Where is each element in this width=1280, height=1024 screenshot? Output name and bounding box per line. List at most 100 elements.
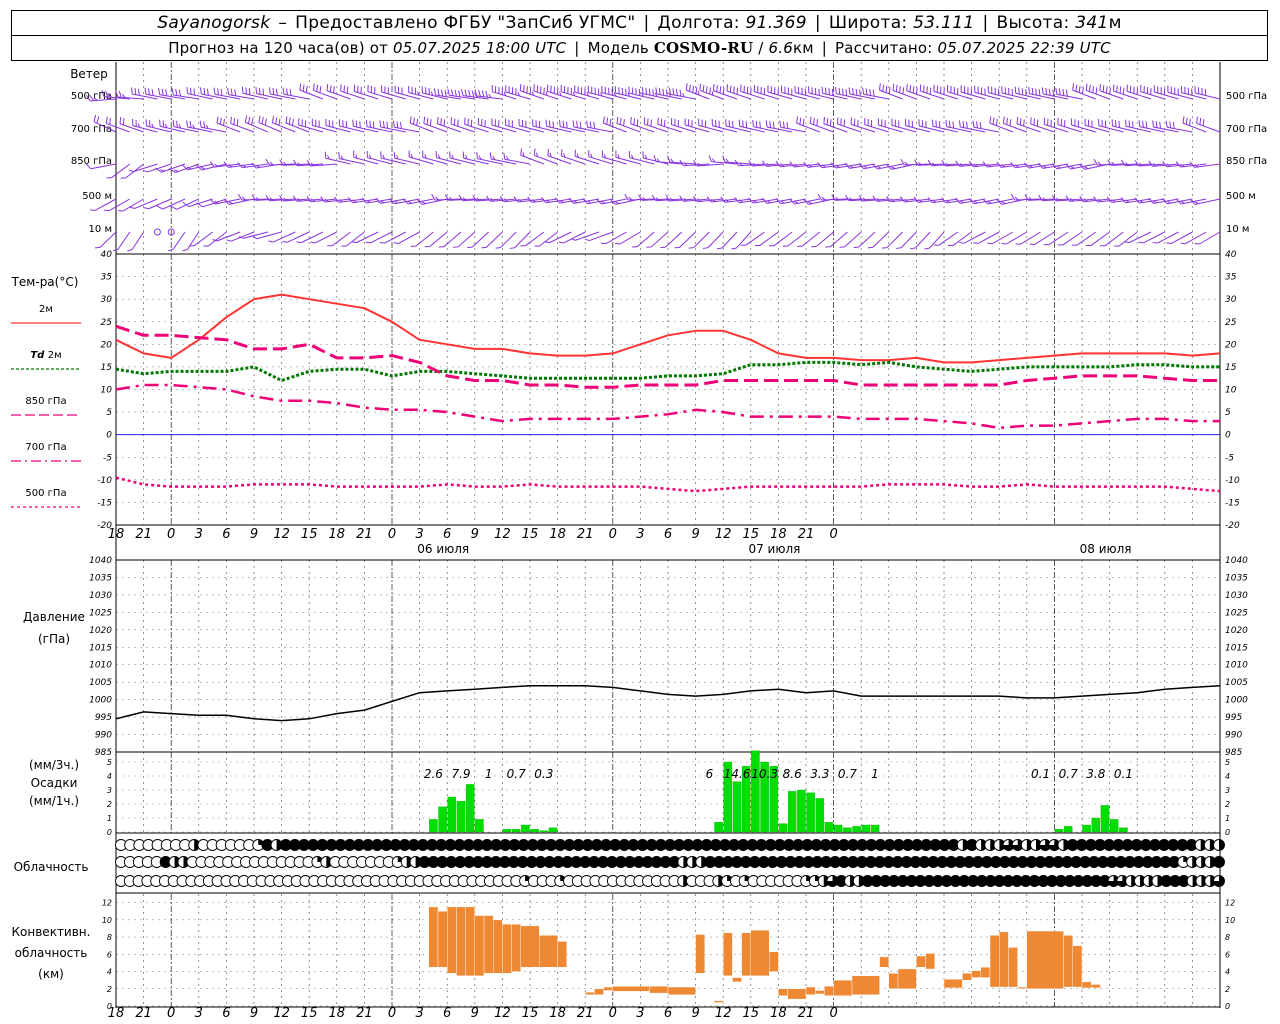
- press-tick-label: 1040: [1225, 556, 1248, 566]
- wind-barb-feather: [168, 248, 174, 252]
- precip-3h-label: 0.1: [1114, 767, 1133, 781]
- precip-3h-label: 0.1: [1031, 767, 1050, 781]
- wind-barb-feather: [878, 83, 881, 91]
- wind-barb: [589, 231, 613, 242]
- wind-barb-feather: [852, 88, 854, 95]
- wind-barb-feather: [158, 88, 161, 95]
- wind-barb-feather: [859, 89, 861, 97]
- wind-barb-feather: [248, 88, 251, 95]
- wind-barb-feather: [1001, 201, 1006, 205]
- wind-barb-feather: [731, 247, 737, 250]
- wind-barb: [636, 231, 655, 248]
- wind-barb-feather: [772, 121, 775, 129]
- wind-barb-feather: [745, 121, 748, 128]
- press-tick-label: 1030: [1225, 591, 1248, 601]
- wind-barb-feather: [471, 90, 475, 98]
- temp-tick-label: 10: [1225, 386, 1237, 396]
- wind-barb-feather: [216, 116, 219, 124]
- wind-barb-feather: [1025, 89, 1027, 96]
- convective-cloud-bar: [649, 985, 669, 994]
- wind-barb-feather: [543, 87, 545, 95]
- wind-barb: [900, 231, 917, 249]
- press-tick-label: 1025: [89, 608, 112, 618]
- precip-bar: [843, 827, 852, 833]
- legend-label: 700 гПа: [25, 442, 66, 453]
- wind-barb-feather: [392, 120, 395, 128]
- wind-barb-feather: [665, 89, 668, 97]
- wind-barb-feather: [386, 121, 389, 129]
- wind-barb-feather: [545, 119, 548, 127]
- pressure-panel: [115, 684, 1221, 722]
- wind-barb-feather: [562, 120, 565, 128]
- wind-barb: [131, 231, 145, 250]
- precip-bar: [447, 796, 457, 833]
- wind-barb-feather: [275, 88, 278, 96]
- wind-barb-feather: [987, 200, 992, 204]
- wind-barb-feather: [890, 166, 896, 170]
- wind-barb-feather: [193, 88, 196, 96]
- wind-barb-feather: [416, 118, 419, 126]
- wind-calm-mark: [153, 228, 161, 236]
- wind-barb-feather: [365, 119, 368, 127]
- wind-barb-feather: [346, 86, 349, 94]
- wind-barb-feather: [268, 87, 271, 95]
- wind-barb-feather: [675, 88, 678, 96]
- wind-barb: [457, 231, 476, 248]
- wind-barb-feather: [616, 116, 619, 124]
- precip-bar: [787, 791, 797, 833]
- wind-barb-feather: [865, 88, 868, 96]
- wind-barb-feather: [895, 84, 898, 92]
- time-tick-label: 12: [494, 527, 511, 542]
- wind-level-label: 700 гПа: [71, 124, 112, 135]
- wind-barb-feather: [172, 119, 175, 127]
- wind-barb-feather: [631, 87, 634, 95]
- wind-barb-feather: [454, 89, 457, 97]
- wind-barb-feather: [566, 121, 568, 129]
- time-tick-label: 12: [273, 1006, 290, 1021]
- wind-barb-feather: [129, 206, 135, 209]
- wind-barb-feather: [244, 115, 248, 123]
- precip-tick-label: 0: [107, 828, 112, 837]
- precip-3h-label: 0.7: [507, 767, 526, 781]
- temp-tick-label: 5: [1225, 408, 1231, 418]
- wind-barb: [380, 157, 406, 165]
- wind-barb-feather: [916, 87, 918, 95]
- convective-cloud-bar: [723, 932, 733, 977]
- wind-barb-feather: [1092, 86, 1095, 93]
- wind-barb: [1029, 93, 1055, 100]
- wind-barb-feather: [286, 88, 288, 96]
- wind-barb-feather: [476, 151, 478, 159]
- convective-cloud-bar: [769, 951, 779, 972]
- wind-barb-feather: [909, 85, 912, 92]
- wind-barb-feather: [547, 149, 549, 156]
- cloud-cover-symbol: [1213, 856, 1225, 868]
- wind-barb-feather: [1196, 116, 1198, 124]
- precip-tick-label: 5: [107, 758, 112, 767]
- wind-barb-feather: [615, 242, 620, 245]
- wind-barb-feather: [824, 87, 827, 95]
- wind-barb: [146, 125, 172, 133]
- conv-tick-label: 4: [1225, 968, 1230, 977]
- wind-barb-feather: [369, 120, 372, 128]
- time-tick-label: 21: [798, 527, 815, 542]
- wind-barb-feather: [752, 119, 754, 127]
- wind-barb: [132, 125, 158, 133]
- conv-tick-label: 0: [1225, 1002, 1230, 1011]
- wind-barb-feather: [759, 121, 761, 129]
- wind-barb-feather: [450, 89, 454, 96]
- wind-barb-feather: [526, 86, 528, 94]
- wind-barb-feather: [343, 85, 345, 93]
- precip-bar: [806, 792, 815, 833]
- wind-barb-feather: [992, 117, 995, 125]
- precip-bar: [870, 824, 880, 833]
- convective-cloud-bar: [824, 985, 834, 996]
- wind-barb: [283, 93, 310, 100]
- wind-barb-feather: [255, 86, 258, 94]
- press-tick-label: 1000: [89, 696, 112, 706]
- precip-tick-label: 3: [1225, 786, 1230, 795]
- convective-cloud-bar: [1090, 984, 1101, 989]
- wind-barb-feather: [674, 246, 680, 249]
- wind-barb: [1139, 126, 1165, 133]
- wind-barb-feather: [1152, 120, 1154, 128]
- wind-barb: [172, 231, 186, 250]
